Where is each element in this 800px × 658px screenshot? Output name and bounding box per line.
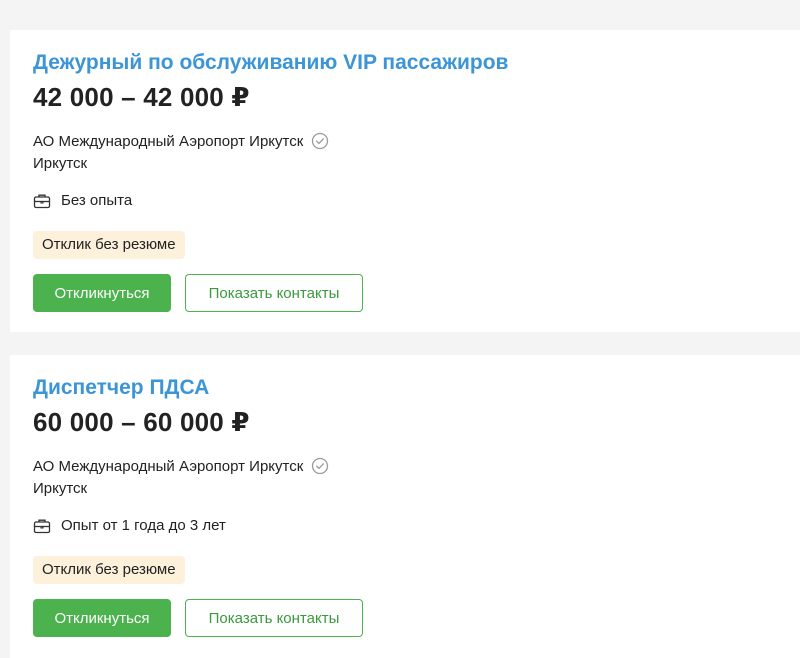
experience-row: Без опыта <box>33 192 132 209</box>
vacancy-list: Дежурный по обслуживанию VIP пассажиров … <box>0 0 800 658</box>
experience-text: Без опыта <box>61 192 133 209</box>
show-contacts-button[interactable]: Показать контакты <box>185 274 363 312</box>
respond-button[interactable]: Откликнуться <box>33 599 171 637</box>
no-resume-badge: Отклик без резюме <box>33 231 185 259</box>
check-circle-icon <box>312 457 329 475</box>
vacancy-city: Иркутск <box>33 155 88 172</box>
vacancy-card: Диспетчер ПДСА 60 000 – 60 000 ₽ АО Межд… <box>10 355 800 658</box>
company-row: АО Международный Аэропорт Иркутск <box>33 457 329 475</box>
company-name-link[interactable]: АО Международный Аэропорт Иркутск <box>33 458 303 475</box>
vacancy-city: Иркутск <box>33 480 88 497</box>
check-circle-icon <box>312 132 329 150</box>
respond-button[interactable]: Откликнуться <box>33 274 171 312</box>
vacancy-salary: 60 000 – 60 000 ₽ <box>33 407 250 437</box>
briefcase-icon <box>33 194 51 208</box>
show-contacts-button[interactable]: Показать контакты <box>185 599 363 637</box>
company-row: АО Международный Аэропорт Иркутск <box>33 132 329 150</box>
briefcase-icon <box>33 519 51 533</box>
experience-row: Опыт от 1 года до 3 лет <box>33 517 226 534</box>
company-name-link[interactable]: АО Международный Аэропорт Иркутск <box>33 133 303 150</box>
no-resume-badge: Отклик без резюме <box>33 556 185 584</box>
vacancy-card: Дежурный по обслуживанию VIP пассажиров … <box>10 30 800 332</box>
vacancy-salary: 42 000 – 42 000 ₽ <box>33 82 250 112</box>
vacancy-title-link[interactable]: Диспетчер ПДСА <box>33 376 209 400</box>
vacancy-title-link[interactable]: Дежурный по обслуживанию VIP пассажиров <box>33 51 508 75</box>
experience-text: Опыт от 1 года до 3 лет <box>61 517 226 534</box>
